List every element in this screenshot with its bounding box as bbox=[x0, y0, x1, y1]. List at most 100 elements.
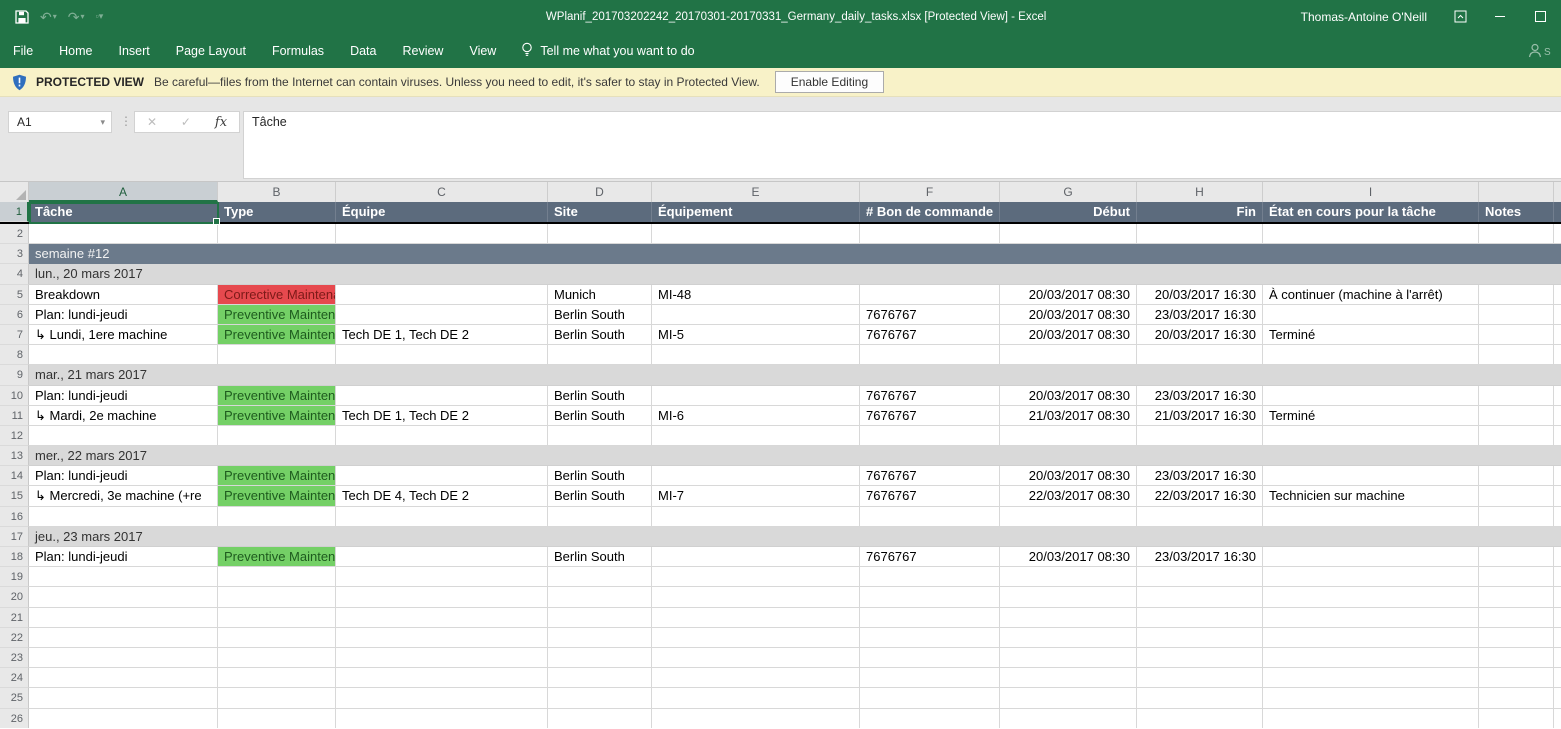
row-header-7[interactable]: 7 bbox=[0, 325, 29, 345]
cell-B[interactable]: Preventive Maintenance bbox=[218, 325, 336, 345]
cell-I[interactable]: À continuer (machine à l'arrêt) bbox=[1263, 285, 1479, 305]
cell-B[interactable] bbox=[218, 426, 336, 446]
ribbon-tab-insert[interactable]: Insert bbox=[106, 33, 163, 68]
cell-x10[interactable] bbox=[1554, 648, 1561, 668]
column-header-A[interactable]: A bbox=[29, 182, 218, 202]
cell-D[interactable] bbox=[548, 345, 652, 365]
cell-A[interactable] bbox=[29, 345, 218, 365]
row-header-6[interactable]: 6 bbox=[0, 305, 29, 325]
cell-A[interactable] bbox=[29, 688, 218, 708]
cell-F[interactable] bbox=[860, 668, 1000, 688]
cell-D[interactable]: Munich bbox=[548, 285, 652, 305]
cell-G[interactable] bbox=[1000, 608, 1137, 628]
cell-H[interactable]: 23/03/2017 16:30 bbox=[1137, 547, 1263, 567]
cell-x10[interactable] bbox=[1554, 688, 1561, 708]
cell-G[interactable]: Début bbox=[1000, 202, 1137, 222]
save-icon[interactable] bbox=[15, 10, 29, 24]
cell-H[interactable] bbox=[1137, 608, 1263, 628]
select-all-corner[interactable] bbox=[0, 182, 29, 202]
row-header-16[interactable]: 16 bbox=[0, 507, 29, 527]
cell-E[interactable]: MI-6 bbox=[652, 406, 860, 426]
row-header-15[interactable]: 15 bbox=[0, 486, 29, 506]
cell-G[interactable]: 22/03/2017 08:30 bbox=[1000, 486, 1137, 506]
cell-B[interactable] bbox=[218, 709, 336, 729]
cell-I[interactable] bbox=[1263, 709, 1479, 729]
cell-H[interactable]: 23/03/2017 16:30 bbox=[1137, 305, 1263, 325]
row-header-19[interactable]: 19 bbox=[0, 567, 29, 587]
column-header-G[interactable]: G bbox=[1000, 182, 1137, 202]
cell-D[interactable] bbox=[548, 648, 652, 668]
cell-H[interactable]: 23/03/2017 16:30 bbox=[1137, 466, 1263, 486]
cell-E[interactable] bbox=[652, 628, 860, 648]
cell-G[interactable]: 20/03/2017 08:30 bbox=[1000, 386, 1137, 406]
cell-x9[interactable] bbox=[1479, 466, 1554, 486]
cell-A[interactable] bbox=[29, 668, 218, 688]
cell-A[interactable]: Breakdown bbox=[29, 285, 218, 305]
cell-F[interactable]: # Bon de commande bbox=[860, 202, 1000, 222]
cell-D[interactable] bbox=[548, 688, 652, 708]
row-header-9[interactable]: 9 bbox=[0, 365, 29, 385]
cell-x9[interactable] bbox=[1479, 325, 1554, 345]
cell-x9[interactable] bbox=[1479, 688, 1554, 708]
cell-H[interactable] bbox=[1137, 648, 1263, 668]
cell-G[interactable] bbox=[1000, 648, 1137, 668]
cell-I[interactable] bbox=[1263, 305, 1479, 325]
cell-G[interactable] bbox=[1000, 426, 1137, 446]
cell-B[interactable] bbox=[218, 507, 336, 527]
cell-F[interactable] bbox=[860, 628, 1000, 648]
row-header-23[interactable]: 23 bbox=[0, 648, 29, 668]
cell-H[interactable] bbox=[1137, 507, 1263, 527]
cell-B[interactable] bbox=[218, 224, 336, 244]
cell-x9[interactable] bbox=[1479, 628, 1554, 648]
cell-x9[interactable]: Notes bbox=[1479, 202, 1554, 222]
ribbon-display-options-icon[interactable] bbox=[1453, 10, 1467, 24]
name-box[interactable]: A1 ▾ bbox=[8, 111, 112, 133]
row-header-2[interactable]: 2 bbox=[0, 224, 29, 244]
cell-x9[interactable] bbox=[1479, 709, 1554, 729]
cell-H[interactable] bbox=[1137, 709, 1263, 729]
cell-G[interactable] bbox=[1000, 709, 1137, 729]
enter-check-icon[interactable]: ✓ bbox=[181, 115, 191, 129]
cell-F[interactable]: 7676767 bbox=[860, 305, 1000, 325]
person-share-icon[interactable]: S bbox=[1527, 33, 1561, 68]
cell-x10[interactable] bbox=[1554, 567, 1561, 587]
cell-x9[interactable] bbox=[1479, 224, 1554, 244]
cell-x9[interactable] bbox=[1479, 386, 1554, 406]
cell-x9[interactable] bbox=[1479, 648, 1554, 668]
cell-D[interactable] bbox=[548, 426, 652, 446]
cell-x9[interactable] bbox=[1479, 567, 1554, 587]
cell-H[interactable] bbox=[1137, 587, 1263, 607]
cell-C[interactable] bbox=[336, 567, 548, 587]
cell-F[interactable] bbox=[860, 285, 1000, 305]
cell-I[interactable] bbox=[1263, 224, 1479, 244]
cell-x10[interactable] bbox=[1554, 547, 1561, 567]
minimize-icon[interactable] bbox=[1493, 10, 1507, 24]
cancel-x-icon[interactable]: ✕ bbox=[147, 115, 157, 129]
cell-D[interactable]: Berlin South bbox=[548, 406, 652, 426]
cell-D[interactable] bbox=[548, 608, 652, 628]
cell-D[interactable]: Berlin South bbox=[548, 547, 652, 567]
cell-C[interactable]: Tech DE 1, Tech DE 2 bbox=[336, 406, 548, 426]
row-header-26[interactable]: 26 bbox=[0, 709, 29, 729]
cell-D[interactable]: Site bbox=[548, 202, 652, 222]
cell-G[interactable] bbox=[1000, 507, 1137, 527]
cell-x10[interactable] bbox=[1554, 305, 1561, 325]
cell-E[interactable] bbox=[652, 709, 860, 729]
cell-E[interactable] bbox=[652, 688, 860, 708]
cell-B[interactable]: Preventive Maintenance bbox=[218, 486, 336, 506]
row-header-3[interactable]: 3 bbox=[0, 244, 29, 264]
cell-F[interactable]: 7676767 bbox=[860, 486, 1000, 506]
cell-G[interactable]: 20/03/2017 08:30 bbox=[1000, 285, 1137, 305]
cell-D[interactable] bbox=[548, 587, 652, 607]
cell-C[interactable] bbox=[336, 386, 548, 406]
cell-B[interactable] bbox=[218, 688, 336, 708]
row-header-10[interactable]: 10 bbox=[0, 386, 29, 406]
cell-E[interactable] bbox=[652, 668, 860, 688]
ribbon-tab-home[interactable]: Home bbox=[46, 33, 105, 68]
column-header-B[interactable]: B bbox=[218, 182, 336, 202]
cell-G[interactable] bbox=[1000, 567, 1137, 587]
cell-E[interactable] bbox=[652, 466, 860, 486]
row-header-20[interactable]: 20 bbox=[0, 587, 29, 607]
cell-D[interactable]: Berlin South bbox=[548, 325, 652, 345]
cell-G[interactable] bbox=[1000, 668, 1137, 688]
